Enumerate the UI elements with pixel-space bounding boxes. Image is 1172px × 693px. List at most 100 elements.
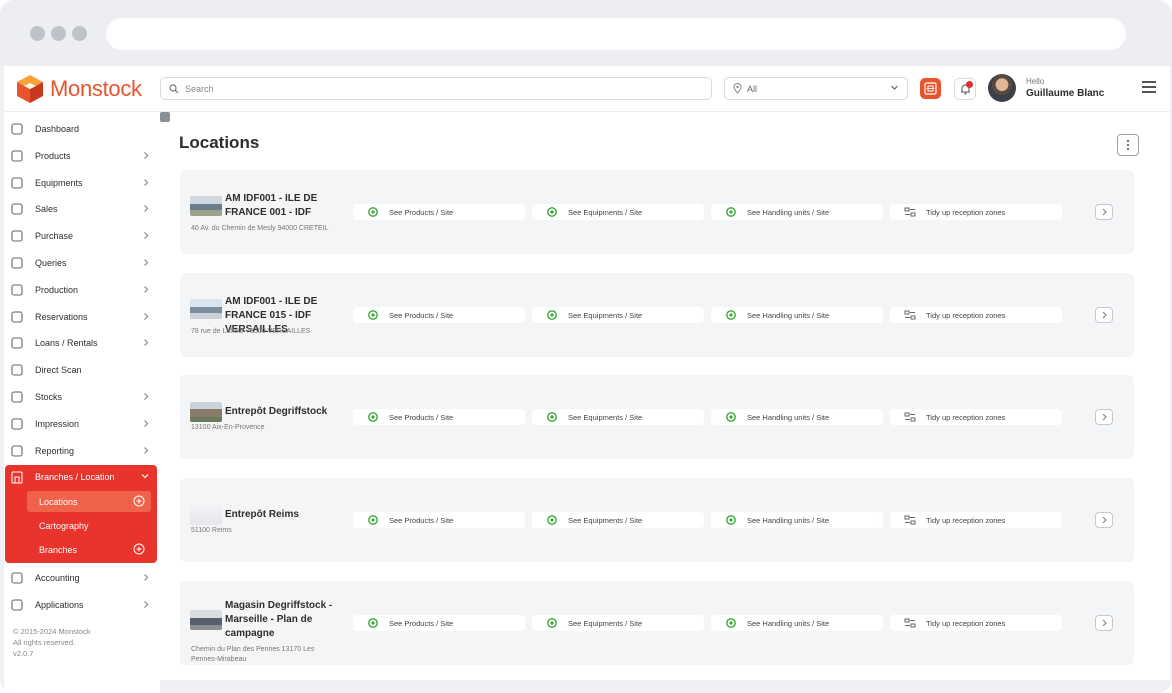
window-close-dot[interactable] bbox=[30, 26, 45, 41]
sidebar-item-reservations[interactable]: Reservations bbox=[4, 304, 160, 330]
sidebar-subitem-branches[interactable]: Branches bbox=[27, 539, 151, 560]
location-thumbnail bbox=[190, 196, 222, 216]
open-location-button[interactable] bbox=[1095, 409, 1113, 425]
eye-icon bbox=[547, 310, 557, 320]
action-products-button[interactable]: See Products / Site bbox=[353, 615, 525, 631]
window-maximize-dot[interactable] bbox=[72, 26, 87, 41]
sidebar-item-stocks[interactable]: Stocks bbox=[4, 384, 160, 410]
action-products-button[interactable]: See Products / Site bbox=[353, 307, 525, 323]
chevron-right-icon bbox=[144, 285, 149, 293]
site-filter-select[interactable]: All bbox=[724, 77, 908, 100]
top-header: Monstock All Hello Guillaume Blanc bbox=[4, 66, 1170, 112]
sidebar-item-label: Production bbox=[35, 284, 79, 295]
chevron-right-icon bbox=[144, 419, 149, 427]
more-options-button[interactable] bbox=[1117, 134, 1139, 156]
sidebar-subitem-locations[interactable]: Locations bbox=[27, 491, 151, 512]
window-minimize-dot[interactable] bbox=[51, 26, 66, 41]
action-tidy-button[interactable]: Tidy up reception zones bbox=[890, 512, 1062, 528]
open-location-button[interactable] bbox=[1095, 204, 1113, 220]
sidebar-item-loans-rentals[interactable]: Loans / Rentals bbox=[4, 330, 160, 356]
action-products-button[interactable]: See Products / Site bbox=[353, 409, 525, 425]
chevron-right-icon bbox=[144, 601, 149, 608]
add-location-icon[interactable] bbox=[133, 495, 145, 507]
search-box[interactable] bbox=[160, 77, 712, 100]
add-branch-icon[interactable] bbox=[133, 543, 145, 555]
action-tidy-button[interactable]: Tidy up reception zones bbox=[890, 307, 1062, 323]
sidebar-item-queries[interactable]: Queries bbox=[4, 250, 160, 276]
app: Monstock All Hello Guillaume Blanc bbox=[4, 66, 1170, 693]
sidebar-item-label: Accounting bbox=[35, 573, 80, 583]
eye-icon bbox=[726, 310, 736, 320]
location-pin-icon bbox=[733, 83, 742, 94]
horizontal-scrollbar[interactable] bbox=[160, 680, 1170, 693]
location-card[interactable]: Entrepôt Degriffstock 13100 Aix-En-Proven… bbox=[180, 375, 1134, 459]
action-handling-button[interactable]: See Handling units / Site bbox=[711, 615, 883, 631]
sidebar-collapse-toggle[interactable] bbox=[160, 112, 170, 122]
sidebar-item-dashboard[interactable]: Dashboard bbox=[4, 116, 160, 142]
action-handling-button[interactable]: See Handling units / Site bbox=[711, 409, 883, 425]
user-name[interactable]: Guillaume Blanc bbox=[1026, 88, 1104, 99]
location-thumbnail bbox=[190, 402, 222, 422]
chevron-right-icon bbox=[1102, 619, 1107, 627]
qr-scan-button[interactable] bbox=[920, 78, 941, 99]
action-tidy-button[interactable]: Tidy up reception zones bbox=[890, 409, 1062, 425]
chat-icon bbox=[11, 257, 23, 269]
action-equipments-button[interactable]: See Equipments / Site bbox=[532, 307, 704, 323]
action-label: See Equipments / Site bbox=[568, 413, 643, 422]
action-handling-button[interactable]: See Handling units / Site bbox=[711, 307, 883, 323]
location-title[interactable]: Magasin Degriffstock - Marseille - Plan … bbox=[225, 599, 353, 641]
sidebar-item-purchase[interactable]: Purchase bbox=[4, 223, 160, 249]
location-card[interactable]: AM IDF001 - ILE DE FRANCE 001 - IDF 40 Av… bbox=[180, 170, 1134, 254]
chevron-right-icon bbox=[144, 574, 149, 581]
action-products-button[interactable]: See Products / Site bbox=[353, 512, 525, 528]
location-title[interactable]: Entrepôt Reims bbox=[225, 508, 353, 522]
rights-line: All rights reserved. bbox=[13, 638, 76, 647]
location-card[interactable]: Magasin Degriffstock - Marseille - Plan … bbox=[180, 581, 1134, 665]
open-location-button[interactable] bbox=[1095, 512, 1113, 528]
sidebar-subitem-label: Cartography bbox=[39, 521, 89, 531]
sidebar-item-label: Sales bbox=[35, 204, 58, 215]
sidebar-subitem-cartography[interactable]: Cartography bbox=[27, 515, 151, 536]
sidebar-item-impression[interactable]: Impression bbox=[4, 411, 160, 437]
action-handling-button[interactable]: See Handling units / Site bbox=[711, 204, 883, 220]
sidebar-item-label: Products bbox=[35, 150, 71, 161]
open-location-button[interactable] bbox=[1095, 307, 1113, 323]
search-input[interactable] bbox=[185, 83, 685, 94]
sidebar-item-label: Equipments bbox=[35, 177, 83, 188]
brand-logo[interactable]: Monstock bbox=[14, 72, 142, 106]
arrange-icon bbox=[904, 618, 916, 628]
notifications-button[interactable] bbox=[954, 78, 976, 100]
open-location-button[interactable] bbox=[1095, 615, 1113, 631]
action-equipments-button[interactable]: See Equipments / Site bbox=[532, 512, 704, 528]
sidebar-item-accounting[interactable]: Accounting bbox=[4, 565, 160, 591]
sidebar-item-equipments[interactable]: Equipments bbox=[4, 170, 160, 196]
location-address: 51100 Reims bbox=[191, 527, 232, 534]
location-title[interactable]: AM IDF001 - ILE DE FRANCE 001 - IDF bbox=[225, 192, 353, 220]
grid-icon bbox=[11, 123, 23, 135]
action-handling-button[interactable]: See Handling units / Site bbox=[711, 512, 883, 528]
sidebar-item-applications[interactable]: Applications bbox=[4, 592, 160, 618]
sidebar-item-branches-location[interactable]: Branches / Location bbox=[5, 465, 157, 489]
location-title[interactable]: Entrepôt Degriffstock bbox=[225, 405, 353, 419]
sidebar-item-reporting[interactable]: Reporting bbox=[4, 438, 160, 464]
action-equipments-button[interactable]: See Equipments / Site bbox=[532, 409, 704, 425]
user-avatar[interactable] bbox=[988, 74, 1016, 102]
location-card[interactable]: Entrepôt Reims 51100 Reims See Products / … bbox=[180, 478, 1134, 562]
location-card[interactable]: AM IDF001 - ILE DE FRANCE 015 - IDF VERS… bbox=[180, 273, 1134, 357]
address-bar[interactable] bbox=[106, 18, 1126, 50]
action-tidy-button[interactable]: Tidy up reception zones bbox=[890, 615, 1062, 631]
action-equipments-button[interactable]: See Equipments / Site bbox=[532, 615, 704, 631]
action-tidy-button[interactable]: Tidy up reception zones bbox=[890, 204, 1062, 220]
chevron-right-icon bbox=[1102, 413, 1107, 421]
menu-hamburger-icon[interactable] bbox=[1142, 81, 1156, 93]
sidebar-item-sales[interactable]: Sales bbox=[4, 196, 160, 222]
sidebar-item-production[interactable]: Production bbox=[4, 277, 160, 303]
warehouse-icon bbox=[11, 391, 23, 403]
sidebar-item-direct-scan[interactable]: Direct Scan bbox=[4, 357, 160, 383]
sidebar-group-label: Branches / Location bbox=[35, 472, 115, 482]
action-equipments-button[interactable]: See Equipments / Site bbox=[532, 204, 704, 220]
sidebar-item-products[interactable]: Products bbox=[4, 143, 160, 169]
chevron-right-icon bbox=[144, 232, 149, 240]
sidebar-item-label: Direct Scan bbox=[35, 365, 82, 376]
action-products-button[interactable]: See Products / Site bbox=[353, 204, 525, 220]
